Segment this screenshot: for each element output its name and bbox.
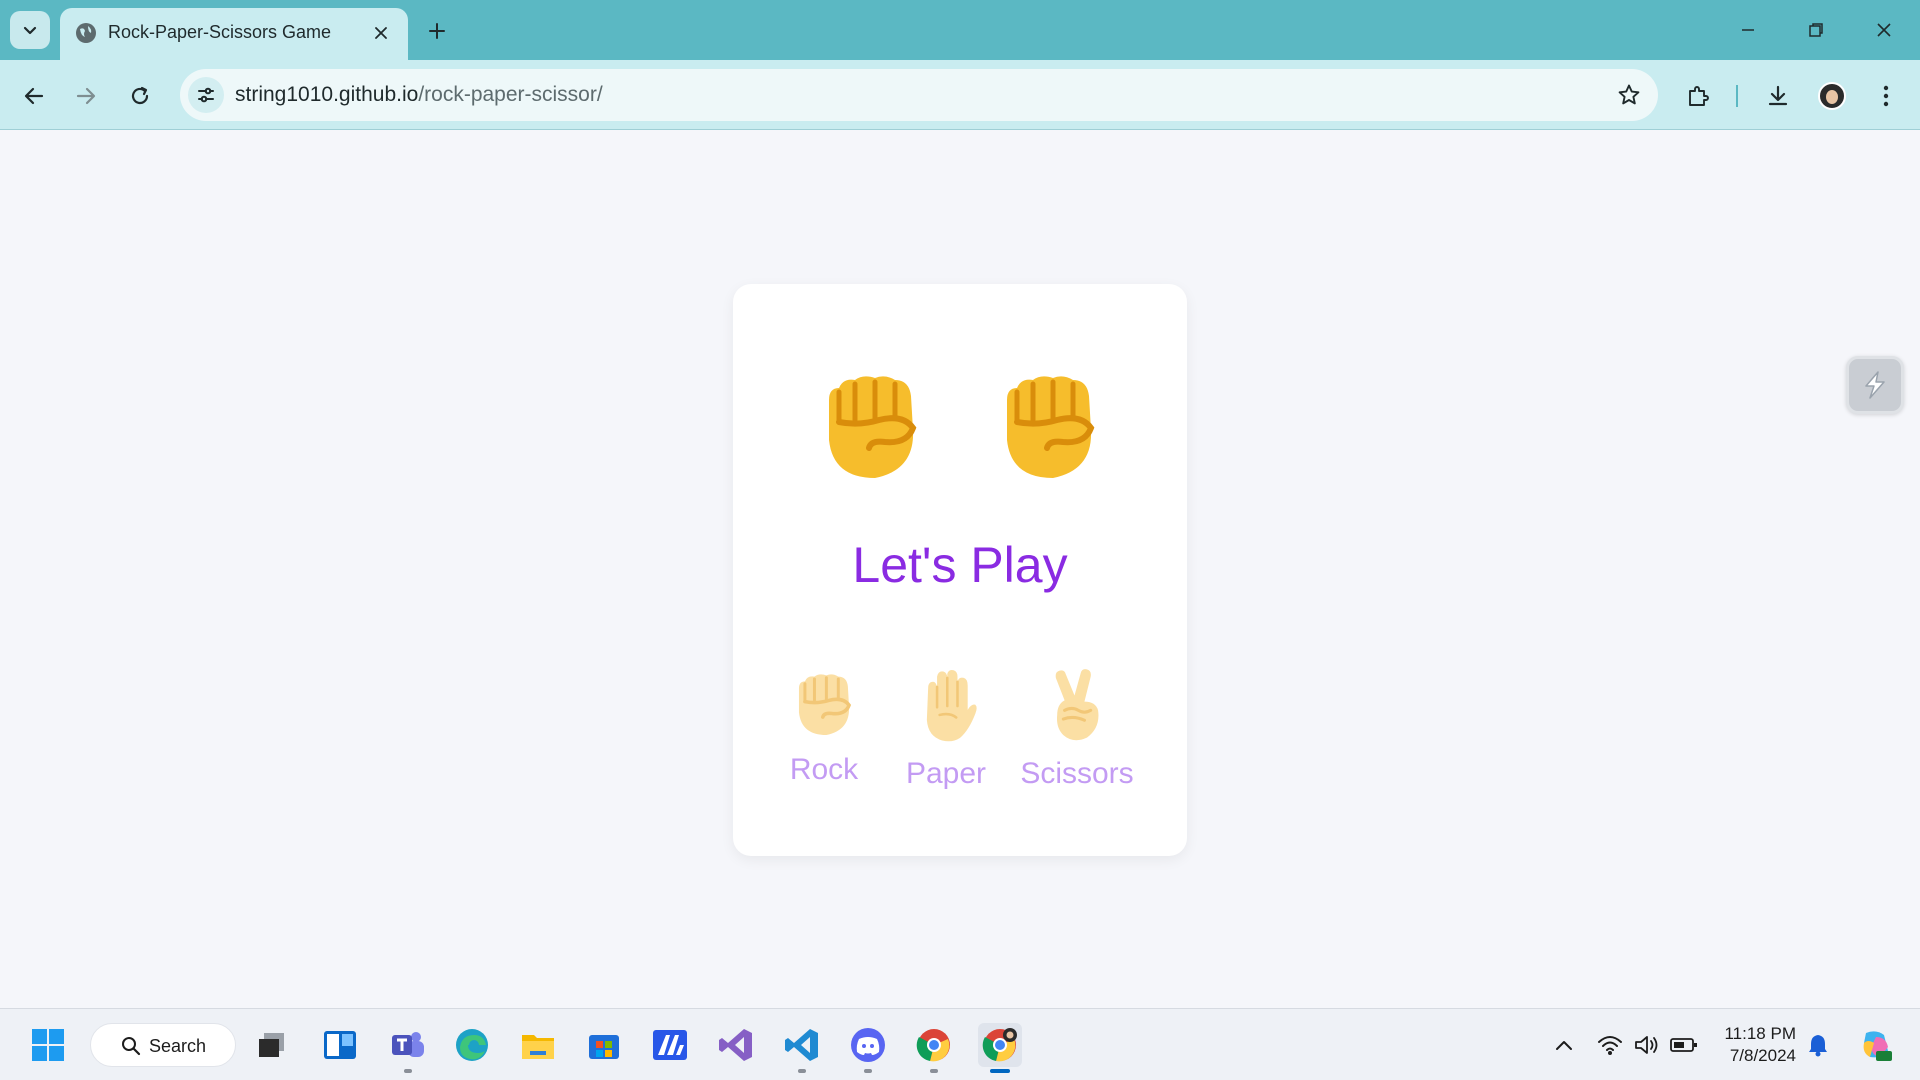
game-status-title: Let's Play: [852, 537, 1068, 593]
task-view-icon[interactable]: [250, 1023, 294, 1067]
victory-hand-icon: [1055, 669, 1099, 741]
chrome-icon[interactable]: [912, 1023, 956, 1073]
clock-time: 11:18 PM: [1724, 1024, 1796, 1043]
url-path: /rock-paper-scissor/: [418, 83, 603, 106]
globe-icon: [76, 23, 96, 43]
close-window-icon[interactable]: [1864, 10, 1904, 50]
file-explorer-icon[interactable]: [516, 1023, 560, 1067]
url-text[interactable]: string1010.github.io/rock-paper-scissor/: [235, 83, 603, 107]
show-hidden-icons-chevron-icon[interactable]: [1550, 1031, 1578, 1059]
toolbar-separator: [1736, 85, 1738, 107]
rock-label: Rock: [789, 753, 859, 786]
teams-icon[interactable]: [386, 1023, 430, 1073]
player-rock-fist-icon: [829, 376, 917, 478]
rock-fist-icon: [798, 674, 852, 735]
battery-icon[interactable]: [1670, 1031, 1698, 1059]
notification-bell-icon[interactable]: [1804, 1031, 1832, 1059]
windows-start-icon[interactable]: [26, 1023, 70, 1067]
search-label: Search: [149, 1036, 207, 1056]
minimize-icon[interactable]: [1728, 10, 1768, 50]
visual-studio-icon[interactable]: [714, 1023, 758, 1067]
browser-toolbar: string1010.github.io/rock-paper-scissor/: [0, 60, 1920, 130]
wifi-icon[interactable]: [1596, 1031, 1624, 1059]
vscode-icon[interactable]: [780, 1023, 824, 1073]
running-indicator: [404, 1069, 412, 1073]
clock-date: 7/8/2024: [1729, 1046, 1796, 1065]
open-hand-icon: [926, 670, 977, 742]
copilot-icon[interactable]: [1856, 1025, 1896, 1065]
running-indicator: [864, 1069, 872, 1073]
taskbar-search[interactable]: Search: [90, 1023, 236, 1067]
more-menu-icon[interactable]: [1866, 76, 1906, 116]
game-card: Let's Play Rock Paper Scissors: [733, 284, 1187, 856]
avatar: [1818, 82, 1846, 110]
url-host: string1010.github.io: [235, 83, 419, 106]
site-info-icon[interactable]: [188, 77, 224, 113]
back-arrow-icon[interactable]: [14, 76, 54, 116]
edge-icon[interactable]: [450, 1023, 494, 1067]
windows-taskbar: Search 11:18 PM 7/8/2024: [0, 1008, 1920, 1080]
tab-strip: Rock-Paper-Scissors Game: [0, 0, 1920, 60]
download-icon[interactable]: [1758, 76, 1798, 116]
forward-arrow-icon[interactable]: [66, 76, 106, 116]
search-icon: [122, 1037, 141, 1056]
chrome-profile-icon[interactable]: [978, 1023, 1022, 1073]
paper-choice-button[interactable]: Paper: [886, 669, 1006, 791]
widgets-icon[interactable]: [318, 1023, 362, 1067]
restore-icon[interactable]: [1796, 10, 1836, 50]
chevron-down-icon: [23, 26, 37, 35]
app-icon[interactable]: [648, 1023, 692, 1067]
paper-label: Paper: [905, 757, 987, 790]
computer-rock-fist-icon: [1007, 376, 1095, 478]
reload-icon[interactable]: [120, 76, 160, 116]
scissors-choice-button[interactable]: Scissors: [1017, 669, 1137, 791]
scissors-label: Scissors: [1020, 757, 1134, 790]
floating-extension-button[interactable]: [1846, 356, 1904, 414]
bookmark-star-icon[interactable]: [1614, 80, 1644, 110]
active-indicator: [990, 1069, 1010, 1073]
rock-choice-button[interactable]: Rock: [764, 669, 884, 787]
tab-title: Rock-Paper-Scissors Game: [108, 22, 332, 42]
profile-avatar[interactable]: [1812, 76, 1852, 116]
lightning-icon: [1865, 371, 1885, 399]
system-clock[interactable]: 11:18 PM 7/8/2024: [1706, 1023, 1796, 1067]
new-tab-icon[interactable]: [420, 14, 454, 48]
close-tab-icon[interactable]: [368, 20, 394, 46]
volume-icon[interactable]: [1632, 1031, 1660, 1059]
discord-icon[interactable]: [846, 1023, 890, 1073]
running-indicator: [930, 1069, 938, 1073]
store-icon[interactable]: [582, 1023, 626, 1067]
address-bar[interactable]: string1010.github.io/rock-paper-scissor/: [180, 69, 1658, 121]
extensions-puzzle-icon[interactable]: [1678, 76, 1718, 116]
active-tab[interactable]: Rock-Paper-Scissors Game: [60, 8, 408, 60]
tab-search-button[interactable]: [10, 11, 50, 49]
running-indicator: [798, 1069, 806, 1073]
